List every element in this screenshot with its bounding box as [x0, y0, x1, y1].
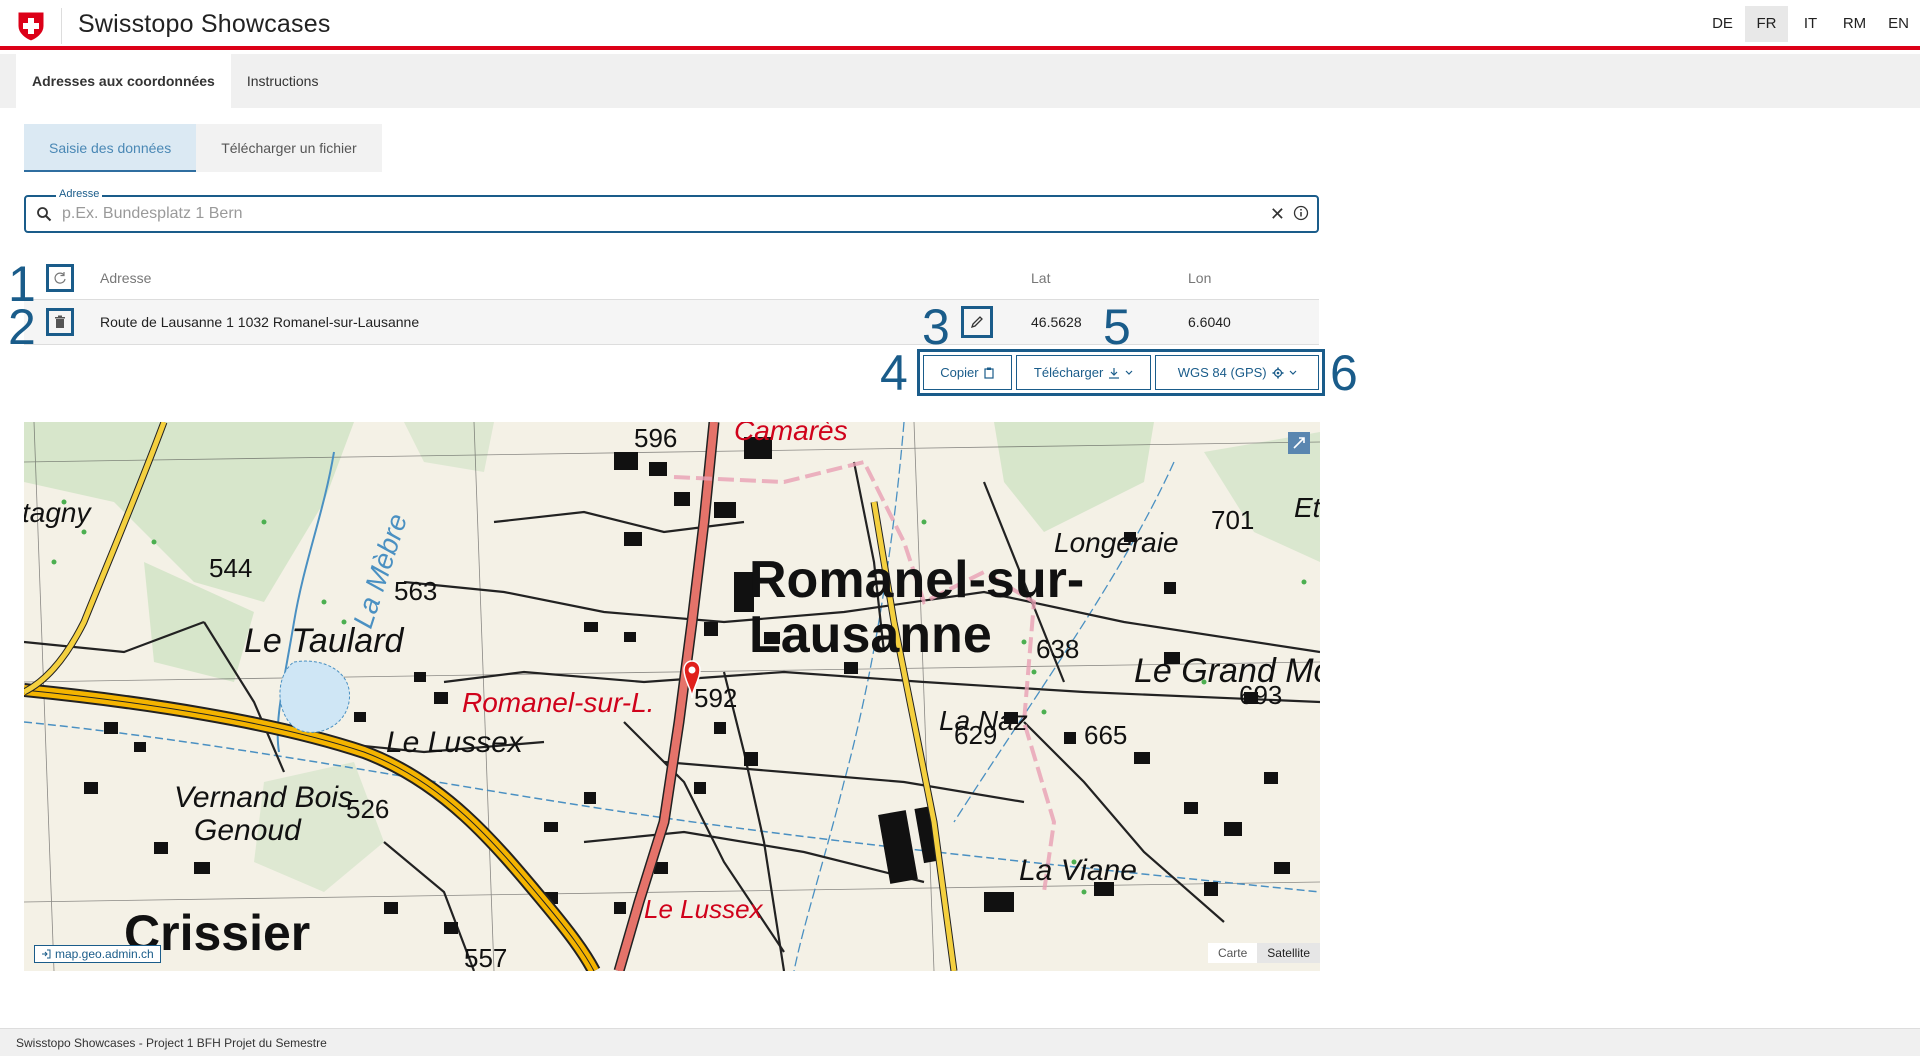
- annotation-4: 4: [880, 345, 908, 401]
- map-label-701: 701: [1211, 505, 1254, 535]
- row-lon: 6.6040: [1188, 314, 1231, 330]
- map-label-romanel-l: Romanel-sur-L.: [462, 687, 654, 718]
- map-label-tagny: tagny: [24, 497, 92, 528]
- map-label-town: Romanel-sur-: [749, 551, 1084, 609]
- delete-row-button[interactable]: [46, 308, 74, 336]
- info-icon[interactable]: [1293, 205, 1309, 221]
- lang-rm-button[interactable]: RM: [1833, 6, 1876, 42]
- header-lat: Lat: [1031, 270, 1051, 286]
- chevron-down-icon: [1125, 370, 1133, 375]
- crs-select-button[interactable]: WGS 84 (GPS): [1155, 355, 1319, 390]
- annotation-2: 2: [8, 299, 36, 355]
- refresh-icon: [54, 272, 66, 284]
- pencil-icon: [970, 316, 983, 329]
- map-label-lussex: Le Lussex: [386, 726, 524, 759]
- map-label-526: 526: [346, 794, 389, 824]
- search-icon: [37, 207, 52, 222]
- expand-map-button[interactable]: [1288, 432, 1310, 454]
- gear-icon: [1272, 367, 1284, 378]
- map-attribution-link[interactable]: map.geo.admin.ch: [34, 945, 161, 963]
- map-label-taulard: Le Taulard: [244, 622, 405, 660]
- top-tabs: Adresses aux coordonnées Instructions: [0, 54, 1920, 108]
- edit-row-button[interactable]: [961, 306, 993, 338]
- copy-button[interactable]: Copier: [923, 355, 1012, 390]
- row-address: Route de Lausanne 1 1032 Romanel-sur-Lau…: [100, 314, 420, 330]
- map-label-665: 665: [1084, 720, 1127, 750]
- map-attribution-text: map.geo.admin.ch: [55, 947, 154, 961]
- map-label-592: 592: [694, 683, 737, 713]
- map-label-town-2: Lausanne: [749, 606, 992, 664]
- app-title: Swisstopo Showcases: [78, 10, 331, 38]
- download-label: Télécharger: [1033, 365, 1104, 380]
- map-label-la-viane: La Viane: [1019, 854, 1137, 887]
- action-button-group: Copier Télécharger WGS 84 (GPS): [917, 349, 1325, 396]
- lang-it-button[interactable]: IT: [1789, 6, 1832, 42]
- expand-icon: [1293, 437, 1305, 449]
- tab-instructions[interactable]: Instructions: [231, 54, 335, 108]
- map-view[interactable]: Camarès tagny Et Longeraie Le Taulard Le…: [24, 422, 1320, 971]
- row-lat: 46.5628: [1031, 314, 1082, 330]
- map-label-629: 629: [954, 720, 997, 750]
- layer-carte-button[interactable]: Carte: [1207, 943, 1258, 963]
- header-divider: [61, 8, 62, 44]
- map-label-grand-mont: Le Grand Mo: [1134, 652, 1320, 690]
- crs-label: WGS 84 (GPS): [1177, 365, 1267, 380]
- annotation-6: 6: [1330, 345, 1358, 401]
- annotation-3: 3: [922, 299, 950, 355]
- tab-upload-file[interactable]: Télécharger un fichier: [196, 124, 382, 172]
- tab-data-entry[interactable]: Saisie des données: [24, 124, 197, 172]
- select-all-button[interactable]: [46, 264, 74, 292]
- lang-fr-button[interactable]: FR: [1745, 6, 1788, 42]
- table-header-row: Adresse Lat Lon: [24, 256, 1319, 300]
- map-label-camares: Camarès: [734, 422, 848, 446]
- copy-label: Copier: [940, 365, 979, 380]
- address-input[interactable]: [60, 202, 1210, 226]
- header-address: Adresse: [100, 270, 152, 286]
- map-label-638: 638: [1036, 634, 1079, 664]
- address-field-label: Adresse: [56, 188, 103, 200]
- layer-satellite-button[interactable]: Satellite: [1257, 943, 1320, 963]
- external-link-icon: [42, 949, 51, 959]
- sub-tabs: Saisie des données Télécharger un fichie…: [24, 124, 382, 172]
- clear-icon[interactable]: ✕: [1270, 204, 1285, 224]
- annotation-5: 5: [1103, 299, 1131, 355]
- map-label-vernand-bois: Vernand Bois: [174, 781, 353, 814]
- lang-de-button[interactable]: DE: [1701, 6, 1744, 42]
- language-switcher: DE FR IT RM EN: [1700, 6, 1920, 44]
- swiss-coat-of-arms-icon: [17, 11, 45, 42]
- map-label-563: 563: [394, 576, 437, 606]
- map-label-et: Et: [1294, 492, 1320, 523]
- map-label-lussex-2: Le Lussex: [644, 894, 764, 924]
- address-field: Adresse ✕: [24, 188, 1319, 233]
- trash-icon: [55, 315, 65, 328]
- map-label-693: 693: [1239, 680, 1282, 710]
- app-header: Swisstopo Showcases DE FR IT RM EN: [0, 0, 1920, 50]
- download-icon: [1109, 367, 1120, 379]
- clipboard-icon: [983, 367, 994, 379]
- map-layer-switcher: Carte Satellite: [1207, 943, 1320, 963]
- map-label-596: 596: [634, 423, 677, 453]
- lang-en-button[interactable]: EN: [1877, 6, 1920, 42]
- topographic-map[interactable]: Camarès tagny Et Longeraie Le Taulard Le…: [24, 422, 1320, 971]
- chevron-down-icon: [1289, 370, 1297, 375]
- download-button[interactable]: Télécharger: [1015, 355, 1152, 390]
- header-lon: Lon: [1188, 270, 1212, 286]
- map-label-genoud: Genoud: [194, 814, 302, 847]
- footer: Swisstopo Showcases - Project 1 BFH Proj…: [0, 1028, 1920, 1056]
- tab-addresses-to-coordinates[interactable]: Adresses aux coordonnées: [16, 54, 231, 108]
- map-label-544: 544: [209, 553, 252, 583]
- map-label-557: 557: [464, 943, 507, 971]
